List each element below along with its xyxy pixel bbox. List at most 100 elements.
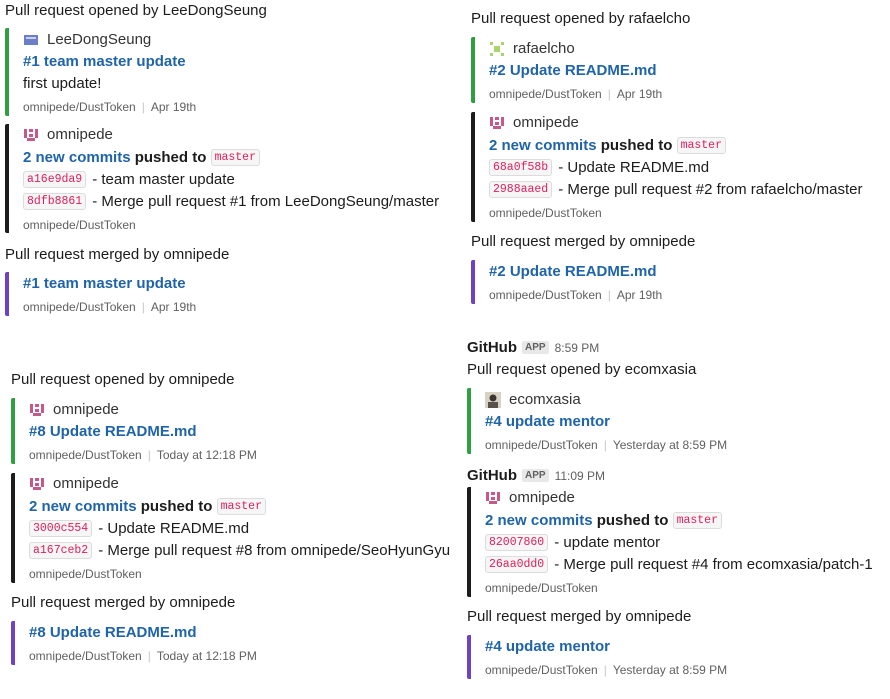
branch-code: master	[210, 149, 260, 166]
repo-name[interactable]: omnipede/DustToken	[485, 438, 598, 452]
repo-name[interactable]: omnipede/DustToken	[485, 663, 598, 677]
attachment-author[interactable]: omnipede	[29, 401, 119, 418]
date: Yesterday at 8:59 PM	[612, 663, 728, 677]
pr-body: first update!	[23, 75, 102, 92]
commit-row: a16e9da9 - team master update	[23, 171, 235, 188]
attachment-author[interactable]: rafaelcho	[489, 40, 575, 57]
commit-sha[interactable]: 68a0f58b	[489, 159, 553, 176]
repo-name[interactable]: omnipede/DustToken	[489, 206, 602, 220]
commit-row: 82007860 - update mentor	[485, 534, 660, 551]
pr-opened-attachment: ecomxasia #4 update mentor omnipede/Dust…	[467, 388, 871, 454]
branch-code: master	[216, 498, 266, 515]
message-time[interactable]: 8:59 PM	[555, 341, 600, 355]
attachment-footer: omnipede/DustToken | Apr 19th	[489, 87, 663, 101]
commit-sha[interactable]: a16e9da9	[23, 171, 87, 188]
commit-sha[interactable]: 26aa0dd0	[485, 556, 549, 573]
repo-name[interactable]: omnipede/DustToken	[489, 288, 602, 302]
commit-sha[interactable]: 3000c554	[29, 520, 93, 537]
branch-code: master	[676, 137, 726, 154]
commits-link[interactable]: 2 new commits	[23, 149, 131, 166]
pr-title-link[interactable]: #8 Update README.md	[29, 624, 197, 641]
attachment-footer: omnipede/DustToken | Apr 19th	[489, 288, 663, 302]
repo-name[interactable]: omnipede/DustToken	[29, 649, 142, 663]
message-header: GitHub APP 8:59 PM	[467, 339, 599, 356]
push-summary: 2 new commits pushed to master	[489, 137, 732, 154]
author-name: LeeDongSeung	[47, 31, 152, 48]
push-attachment: omnipede 2 new commits pushed to master …	[5, 124, 449, 233]
branch-code: master	[672, 512, 722, 529]
identicon-avatar-icon	[489, 115, 505, 131]
pushed-to-text: pushed to	[134, 149, 207, 166]
author-name: omnipede	[513, 114, 579, 131]
commits-link[interactable]: 2 new commits	[485, 512, 593, 529]
pr-title-link[interactable]: #1 team master update	[23, 275, 186, 292]
pr-title-link[interactable]: #4 update mentor	[485, 413, 610, 430]
attachment-author[interactable]: ecomxasia	[485, 391, 581, 408]
attachment-author[interactable]: LeeDongSeung	[23, 31, 151, 48]
repo-name[interactable]: omnipede/DustToken	[23, 300, 136, 314]
app-badge: APP	[522, 341, 549, 354]
attachment-footer: omnipede/DustToken | Today at 12:18 PM	[29, 448, 257, 462]
pushed-to-text: pushed to	[596, 512, 669, 529]
attachment-footer: omnipede/DustToken | Today at 12:18 PM	[29, 649, 257, 663]
identicon-avatar-icon	[29, 476, 45, 492]
attachment-footer: omnipede/DustToken | Yesterday at 8:59 PM	[485, 438, 728, 452]
pr-merged-attachment: #4 update mentor omnipede/DustToken | Yest…	[467, 635, 871, 679]
commit-row: 8dfb8861 - Merge pull request #1 from Lee…	[23, 193, 439, 210]
attachment-footer: omnipede/DustToken	[29, 567, 142, 581]
event-heading: Pull request opened by LeeDongSeung	[5, 2, 267, 19]
pr-title-link[interactable]: #2 Update README.md	[489, 263, 657, 280]
message-time[interactable]: 11:09 PM	[555, 469, 605, 483]
author-name: omnipede	[53, 401, 119, 418]
commit-message: - Merge pull request #2 from rafaelcho/m…	[558, 181, 863, 198]
commit-sha[interactable]: 2988aaed	[489, 181, 553, 198]
pushed-to-text: pushed to	[140, 498, 213, 515]
attachment-footer: omnipede/DustToken	[485, 581, 598, 595]
identicon-avatar-icon	[29, 402, 45, 418]
commit-row: a167ceb2 - Merge pull request #8 from omn…	[29, 542, 450, 559]
push-summary: 2 new commits pushed to master	[23, 149, 266, 166]
event-heading: Pull request merged by omnipede	[11, 594, 236, 611]
commit-message: - team master update	[92, 171, 235, 188]
event-heading: Pull request opened by rafaelcho	[471, 10, 691, 27]
pr-title-link[interactable]: #1 team master update	[23, 53, 186, 70]
pr-merged-attachment: #1 team master update omnipede/DustToken…	[5, 272, 449, 316]
repo-name[interactable]: omnipede/DustToken	[489, 87, 602, 101]
attachment-author[interactable]: omnipede	[489, 114, 579, 131]
photo-avatar-icon	[485, 391, 501, 408]
attachment-author[interactable]: omnipede	[29, 475, 119, 492]
commit-sha[interactable]: 82007860	[485, 534, 549, 551]
pr-title-link[interactable]: #4 update mentor	[485, 638, 610, 655]
sender-name[interactable]: GitHub	[467, 339, 517, 356]
repo-name[interactable]: omnipede/DustToken	[29, 448, 142, 462]
pushed-to-text: pushed to	[600, 137, 673, 154]
repo-name[interactable]: omnipede/DustToken	[29, 567, 142, 581]
pr-merged-attachment: #8 Update README.md omnipede/DustToken | T…	[11, 621, 455, 665]
pr-merged-attachment: #2 Update README.md omnipede/DustToken | A…	[471, 260, 875, 304]
repo-name[interactable]: omnipede/DustToken	[23, 100, 136, 114]
date: Today at 12:18 PM	[156, 649, 257, 663]
commit-sha[interactable]: a167ceb2	[29, 542, 93, 559]
commit-sha[interactable]: 8dfb8861	[23, 193, 87, 210]
date: Yesterday at 8:59 PM	[612, 438, 728, 452]
commits-link[interactable]: 2 new commits	[489, 137, 597, 154]
message-header: GitHub APP 11:09 PM	[467, 467, 605, 484]
repo-name[interactable]: omnipede/DustToken	[485, 581, 598, 595]
attachment-author[interactable]: omnipede	[23, 126, 113, 143]
date: Apr 19th	[150, 100, 197, 114]
pr-title-link[interactable]: #2 Update README.md	[489, 62, 657, 79]
push-attachment: omnipede 2 new commits pushed to master …	[11, 473, 455, 583]
event-heading: Pull request opened by ecomxasia	[467, 361, 697, 378]
commits-link[interactable]: 2 new commits	[29, 498, 137, 515]
attachment-footer: omnipede/DustToken | Yesterday at 8:59 PM	[485, 663, 728, 677]
author-name: rafaelcho	[513, 40, 575, 57]
pr-opened-attachment: LeeDongSeung #1 team master update first…	[5, 28, 449, 116]
pr-title-link[interactable]: #8 Update README.md	[29, 423, 197, 440]
event-heading: Pull request merged by omnipede	[467, 608, 692, 625]
repo-name[interactable]: omnipede/DustToken	[23, 218, 136, 232]
commit-message: - update mentor	[554, 534, 661, 551]
commit-message: - Merge pull request #8 from omnipede/Se…	[98, 542, 451, 559]
author-name: omnipede	[47, 126, 113, 143]
attachment-author[interactable]: omnipede	[485, 489, 575, 506]
sender-name[interactable]: GitHub	[467, 467, 517, 484]
